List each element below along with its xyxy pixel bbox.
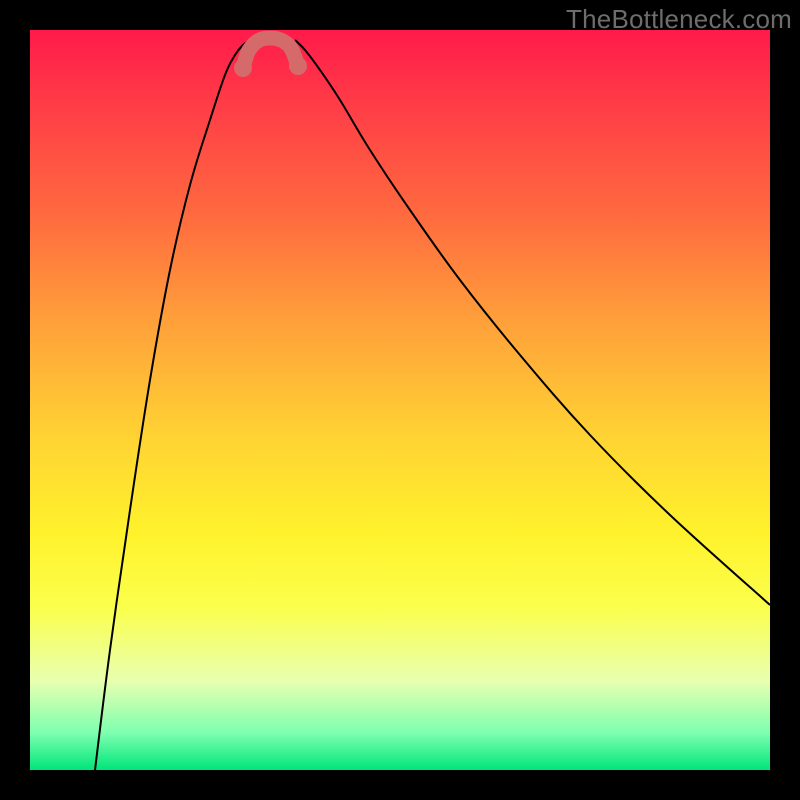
chart-plot-area <box>30 30 770 770</box>
watermark-text: TheBottleneck.com <box>566 4 792 35</box>
min-marker-dot-right <box>289 57 307 75</box>
curve-left-branch <box>95 40 250 770</box>
min-marker-dot-left <box>234 59 252 77</box>
curve-right-branch <box>295 40 770 605</box>
bottleneck-curve-chart <box>30 30 770 770</box>
